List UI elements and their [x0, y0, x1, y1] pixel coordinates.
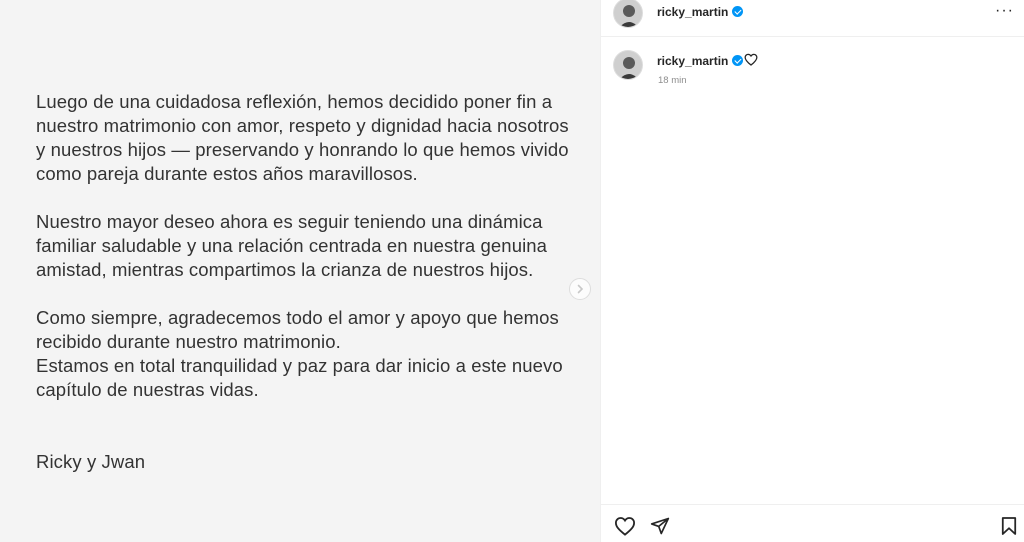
chevron-right-icon [577, 284, 584, 294]
post-side-panel: ricky_martin ··· ricky_martin 18 min [601, 0, 1024, 542]
avatar-image [614, 0, 642, 27]
header-username[interactable]: ricky_martin [657, 5, 744, 19]
letter-paragraph-3: Como siempre, agradecemos todo el amor y… [36, 307, 559, 352]
post-header: ricky_martin ··· [601, 0, 1024, 37]
paper-plane-icon[interactable] [650, 516, 670, 536]
heart-icon[interactable] [744, 53, 758, 66]
header-username-text[interactable]: ricky_martin [657, 5, 728, 19]
letter-paragraph-1: Luego de una cuidadosa reflexión, hemos … [36, 91, 569, 184]
letter-paragraph-2: Nuestro mayor deseo ahora es seguir teni… [36, 211, 548, 280]
letter-paragraph-4: Estamos en total tranquilidad y paz para… [36, 355, 563, 400]
more-options-icon[interactable]: ··· [995, 2, 1014, 20]
post-timestamp: 18 min [658, 75, 687, 86]
next-image-button[interactable] [569, 278, 591, 300]
post-letter-text: Luego de una cuidadosa reflexión, hemos … [36, 90, 576, 498]
caption-username-text[interactable]: ricky_martin [657, 54, 728, 68]
verified-badge-icon [732, 55, 744, 66]
post-image: Luego de una cuidadosa reflexión, hemos … [0, 0, 600, 542]
bookmark-icon[interactable] [1001, 516, 1017, 536]
actions-divider [601, 504, 1024, 505]
heart-icon[interactable] [614, 516, 636, 536]
letter-signature: Ricky y Jwan [36, 451, 146, 472]
verified-badge-icon [732, 6, 744, 17]
avatar-image [614, 51, 642, 79]
avatar[interactable] [613, 0, 643, 28]
caption-username[interactable]: ricky_martin [657, 54, 744, 68]
caption-avatar[interactable] [613, 50, 643, 80]
